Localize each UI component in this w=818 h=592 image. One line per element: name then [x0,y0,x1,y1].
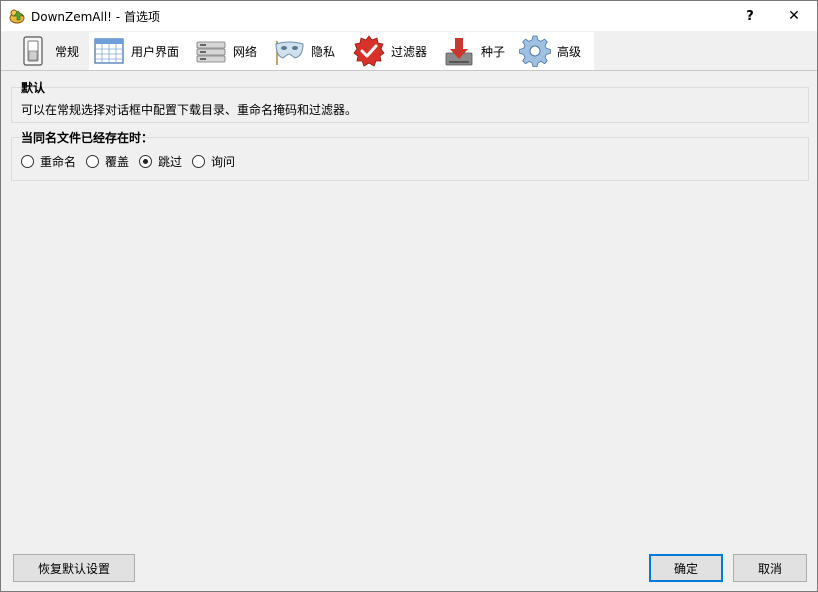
preferences-toolbar: 常规 用户界面 网络 隐私 过滤器 种子 高级 [1,31,817,71]
tab-privacy[interactable]: 隐私 [271,32,345,70]
radio-rename[interactable]: 重命名 [21,153,76,170]
downzemall-app-icon [9,9,25,24]
check-badge-icon [353,35,385,67]
help-button[interactable]: ? [727,1,773,31]
tab-advanced[interactable]: 高级 [517,32,593,70]
gear-icon [519,35,551,67]
tab-torrents-label: 种子 [481,44,506,59]
tab-advanced-label: 高级 [557,44,582,59]
radio-rename-label: 重命名 [40,155,77,169]
window-title: DownZemAll! - 首选项 [31,10,160,24]
default-group-description: 可以在常规选择对话框中配置下载目录、重命名掩码和过滤器。 [21,103,358,117]
radio-overwrite-label: 覆盖 [105,155,130,169]
close-button[interactable]: ✕ [771,1,817,31]
radio-skip[interactable]: 跳过 [139,153,182,170]
file-exists-options: 重命名 覆盖 跳过 询问 [21,153,245,170]
tab-filters-label: 过滤器 [391,44,428,59]
file-exists-group-title: 当同名文件已经存在时： [21,131,154,145]
radio-ask-label: 询问 [211,155,236,169]
radio-ask[interactable]: 询问 [192,153,235,170]
radio-overwrite[interactable]: 覆盖 [86,153,129,170]
preferences-window: DownZemAll! - 首选项 ? ✕ 常规 用户界面 网络 隐私 过滤器 … [0,0,818,592]
restore-defaults-button[interactable]: 恢复默认设置 [13,554,135,582]
server-icon [196,41,226,63]
tab-torrents[interactable]: 种子 [441,32,513,70]
tab-general-label: 常规 [55,44,80,59]
radio-skip-label: 跳过 [158,155,183,169]
cancel-button[interactable]: 取消 [733,554,807,582]
radio-skip-indicator[interactable] [139,155,153,168]
radio-rename-indicator[interactable] [21,155,34,168]
window-grid-icon [94,38,124,64]
title-bar: DownZemAll! - 首选项 ? ✕ [1,1,817,31]
tab-user-interface-label: 用户界面 [131,44,180,59]
switch-icon [23,36,43,66]
ok-button[interactable]: 确定 [649,554,723,582]
tab-network[interactable]: 网络 [193,32,265,70]
tab-privacy-label: 隐私 [311,44,336,59]
tab-general[interactable]: 常规 [15,32,89,70]
default-group-title: 默认 [21,81,46,95]
download-torrent-icon [445,38,473,66]
tab-user-interface[interactable]: 用户界面 [91,32,187,70]
radio-overwrite-indicator[interactable] [86,155,100,168]
tab-filters[interactable]: 过滤器 [351,32,435,70]
mask-icon [275,41,304,65]
radio-ask-indicator[interactable] [192,155,206,168]
tab-network-label: 网络 [233,44,258,59]
